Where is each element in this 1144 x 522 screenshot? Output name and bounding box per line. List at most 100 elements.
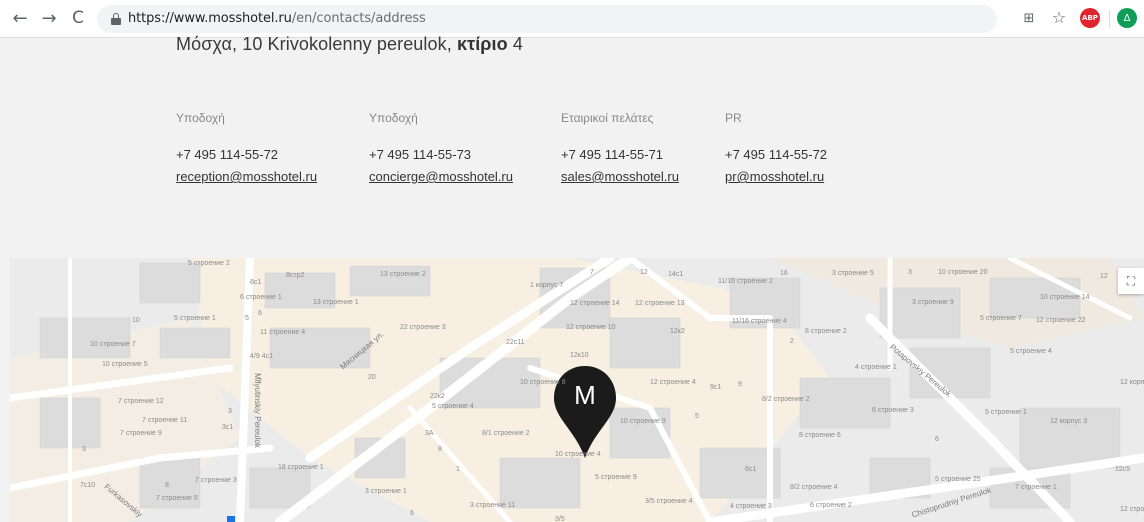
map-building-label: 3 строение 5 [832, 270, 874, 277]
map-building-label: 6 [258, 310, 262, 317]
contact-email-link[interactable]: reception@mosshotel.ru [176, 169, 317, 184]
map-building-label: 13 строение 1 [313, 299, 359, 306]
contact-phone[interactable]: +7 495 114-55-72 [725, 147, 827, 162]
map-building-label: 5 строение 25 [935, 476, 981, 483]
bookmark-star-icon[interactable]: ☆ [1050, 8, 1068, 27]
map-building-label: 10 строение 20 [938, 269, 988, 276]
map-building-label: 13 строение 2 [380, 271, 426, 278]
map-building-label: 12к10 [570, 352, 589, 359]
location-map[interactable]: Мясницкая ул. Milyutinskiy Pereulok Pota… [10, 258, 1144, 522]
map-building-label: 11 строение 4 [260, 329, 306, 336]
hotel-map-marker[interactable]: M [553, 366, 617, 458]
contact-phone[interactable]: +7 495 114-55-71 [561, 147, 679, 162]
map-building-label: 5 [245, 315, 249, 322]
address-building-word: κτίριο [456, 34, 508, 54]
map-building-label: 6с1 [745, 466, 757, 473]
map-building-label: 4 строение 3 [730, 503, 772, 510]
contact-title: Υποδοχή [176, 111, 225, 125]
map-building-label: 12 корпус [1120, 379, 1144, 386]
map-building-label: 3 [228, 408, 232, 415]
map-building-label: 7 строение 12 [118, 398, 164, 405]
reload-icon[interactable]: C [67, 7, 89, 29]
map-building-label: 12 строение [1120, 506, 1144, 513]
map-building-label: 12 строение 14 [570, 300, 620, 307]
map-building-label: 3/5 строение 4 [645, 498, 693, 505]
hotel-address: Μόσχα, 10 Krivokolenny pereulok, κτίριο … [176, 34, 523, 55]
map-building-label: 5 строение 1 [174, 315, 216, 322]
map-building-label: 2 [790, 338, 794, 345]
map-building-label: 10 строение 9 [620, 418, 666, 425]
address-building-number: 4 [507, 34, 523, 54]
map-building-label: 2 [258, 378, 262, 385]
address-bar[interactable]: https://www.mosshotel.ru/en/contacts/add… [97, 5, 997, 33]
lock-icon [111, 13, 121, 25]
map-building-label: 8с1 [250, 279, 262, 286]
map-building-label: 5 [695, 413, 699, 420]
page-content: Μόσχα, 10 Krivokolenny pereulok, κτίριο … [0, 34, 1144, 522]
map-building-label: 11/16 строение 2 [718, 278, 773, 285]
map-building-label: 10 [132, 317, 140, 324]
fullscreen-icon[interactable]: ⛶ [1118, 268, 1144, 294]
map-building-label: 12 корпус 3 [1050, 418, 1088, 425]
forward-arrow-icon[interactable]: → [38, 7, 60, 29]
marker-letter: M [574, 380, 596, 410]
map-building-label: 3 строение 9 [912, 299, 954, 306]
map-building-label: 1 корпус 7 [530, 282, 564, 289]
map-building-label: 10 строение 5 [102, 361, 148, 368]
contact-email-link[interactable]: sales@mosshotel.ru [561, 169, 679, 184]
map-building-label: 12 строение 13 [635, 300, 685, 307]
map-building-label: 22с11 [506, 339, 525, 346]
contact-email-link[interactable]: pr@mosshotel.ru [725, 169, 827, 184]
map-building-label: 7 строение 3 [195, 477, 237, 484]
map-building-label: 9с1 [710, 384, 722, 391]
contact-concierge: Υποδοχή +7 495 114-55-73 concierge@mossh… [369, 111, 513, 184]
map-building-label: 20 [368, 374, 376, 381]
map-building-label: 22к2 [430, 393, 445, 400]
map-building-label: 4 строение 1 [855, 364, 897, 371]
map-building-label: 12 [1100, 273, 1108, 280]
map-building-label: 18 строение 1 [278, 464, 324, 471]
map-building-label: 12 строение 22 [1036, 317, 1086, 324]
map-building-label: 8 строение 6 [799, 432, 841, 439]
map-building-label: 4/9 4с1 [250, 353, 273, 360]
toolbar-divider [1109, 10, 1110, 28]
browser-toolbar: ← → C https://www.mosshotel.ru/en/contac… [0, 0, 1144, 38]
map-building-label: 8/1 строение 2 [482, 430, 530, 437]
adblock-plus-icon[interactable]: ABP [1080, 8, 1100, 28]
map-building-label: 5 строение 4 [1010, 348, 1052, 355]
map-building-label: 7 строение 1 [1015, 484, 1057, 491]
map-building-label: 16 [780, 270, 788, 277]
back-arrow-icon[interactable]: ← [9, 7, 31, 29]
map-building-label: 3с1 [222, 424, 234, 431]
map-building-label: 9 [738, 381, 742, 388]
extension-profile-icon[interactable]: Δ [1117, 8, 1137, 28]
contact-phone[interactable]: +7 495 114-55-73 [369, 147, 513, 162]
map-building-label: 3 [82, 446, 86, 453]
map-building-label: 6 строение 3 [872, 407, 914, 414]
contact-email-link[interactable]: concierge@mosshotel.ru [369, 169, 513, 184]
map-building-label: 11/16 строение 4 [732, 318, 787, 325]
contact-pr: PR +7 495 114-55-72 pr@mosshotel.ru [725, 111, 827, 184]
map-building-label: 12 [640, 269, 648, 276]
map-building-label: 5 строение 1 [985, 409, 1027, 416]
map-building-label: 10 строение 7 [90, 341, 136, 348]
map-building-label: 8/2 строение 2 [762, 396, 810, 403]
map-building-label: 1 [456, 466, 460, 473]
url-path: /en/contacts/address [291, 11, 426, 26]
address-street: , 10 Krivokolenny pereulok, [232, 34, 457, 54]
map-building-label: 6 [410, 510, 414, 517]
map-building-label: 14с1 [668, 271, 684, 278]
contact-sales: Εταιρικοί πελάτες +7 495 114-55-71 sales… [561, 111, 679, 184]
map-attribution-mark [227, 516, 235, 522]
contact-reception: Υποδοχή +7 495 114-55-72 reception@mossh… [176, 111, 317, 184]
contact-phone[interactable]: +7 495 114-55-72 [176, 147, 317, 162]
contact-title: Υποδοχή [369, 111, 418, 125]
translate-icon[interactable]: ⊞ [1020, 9, 1038, 27]
map-building-label: 8 строение 2 [805, 328, 847, 335]
url-text[interactable]: https://www.mosshotel.ru/en/contacts/add… [128, 11, 426, 26]
map-building-label: 7 строение 9 [120, 430, 162, 437]
map-building-label: 5 строение 9 [595, 474, 637, 481]
map-building-label: 7с10 [80, 482, 96, 489]
map-building-label: 3А [425, 430, 434, 437]
map-building-label: 8/2 строение 4 [790, 484, 838, 491]
